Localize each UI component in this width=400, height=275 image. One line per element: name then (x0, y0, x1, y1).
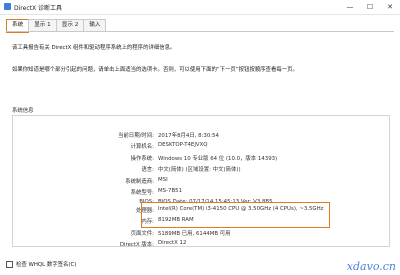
info-value: MSI (158, 177, 168, 183)
info-value: 5189MB 已用, 6144MB 可用 (158, 231, 231, 237)
info-value: DESKTOP-T4EJVXQ (158, 142, 208, 148)
info-row-language: 语言: 中文(简体) (区域设置: 中文(简体)) (12, 165, 388, 173)
title-bar: DirectX 诊断工具 — ☐ ✕ (0, 0, 400, 15)
info-label: DirectX 版本: (119, 242, 154, 248)
tab-input[interactable]: 输入 (83, 19, 107, 31)
info-row-pagefile: 页面文件: 5189MB 已用, 6144MB 可用 (12, 229, 388, 237)
whql-checkbox-label: 检查 WHQL 数字签名(C) (16, 262, 77, 268)
info-value: DirectX 12 (158, 240, 187, 246)
whql-checkbox[interactable] (6, 260, 13, 268)
close-button[interactable]: ✕ (380, 0, 400, 14)
window-title: DirectX 诊断工具 (14, 5, 62, 12)
info-label: 系统制造商: (125, 179, 154, 185)
info-label: 语言: (141, 167, 154, 173)
info-value: MS-7B51 (158, 188, 183, 194)
tab-strip: 系统 显示 1 显示 2 输入 (6, 19, 107, 33)
processor-memory-highlight (141, 202, 330, 228)
info-label: 系统型号: (130, 190, 154, 196)
maximize-button[interactable]: ☐ (360, 0, 380, 14)
info-label: 当前日期/时间: (118, 133, 154, 139)
info-label: 操作系统: (130, 156, 154, 162)
tab-divider (6, 31, 394, 32)
info-value: 2017年8月4日, 8:30:54 (158, 133, 219, 139)
whql-check[interactable]: 检查 WHQL 数字签名(C) (6, 260, 76, 268)
intro-text-1: 该工具报告有关 DirectX 组件和驱动程序系统上的程序的详细信息。 (12, 45, 176, 51)
info-label: 计算机名: (130, 144, 154, 150)
info-value: 中文(简体) (区域设置: 中文(简体)) (158, 167, 241, 173)
info-row-model: 系统型号: MS-7B51 (12, 188, 388, 196)
info-row-datetime: 当前日期/时间: 2017年8月4日, 8:30:54 (12, 131, 388, 139)
system-info-legend: 系统信息 (10, 106, 36, 114)
info-row-os: 操作系统: Windows 10 专业版 64 位 (10.0，版本 14393… (12, 154, 388, 162)
info-label: 页面文件: (130, 231, 154, 237)
info-value: Windows 10 专业版 64 位 (10.0，版本 14393) (158, 156, 278, 162)
info-row-directx: DirectX 版本: DirectX 12 (12, 240, 388, 248)
watermark-logo: xdavo.cn (346, 260, 396, 273)
info-row-manufacturer: 系统制造商: MSI (12, 177, 388, 185)
tab-display-1[interactable]: 显示 1 (28, 19, 57, 31)
minimize-button[interactable]: — (340, 0, 360, 14)
info-row-computer-name: 计算机名: DESKTOP-T4EJVXQ (12, 142, 388, 150)
intro-text-2: 如果你知道是哪个部分引起的问题，请单击上面适当的选项卡。否则，可以使用下面的“下… (12, 67, 298, 73)
directx-app-icon (4, 3, 11, 10)
tab-display-2[interactable]: 显示 2 (55, 19, 85, 31)
